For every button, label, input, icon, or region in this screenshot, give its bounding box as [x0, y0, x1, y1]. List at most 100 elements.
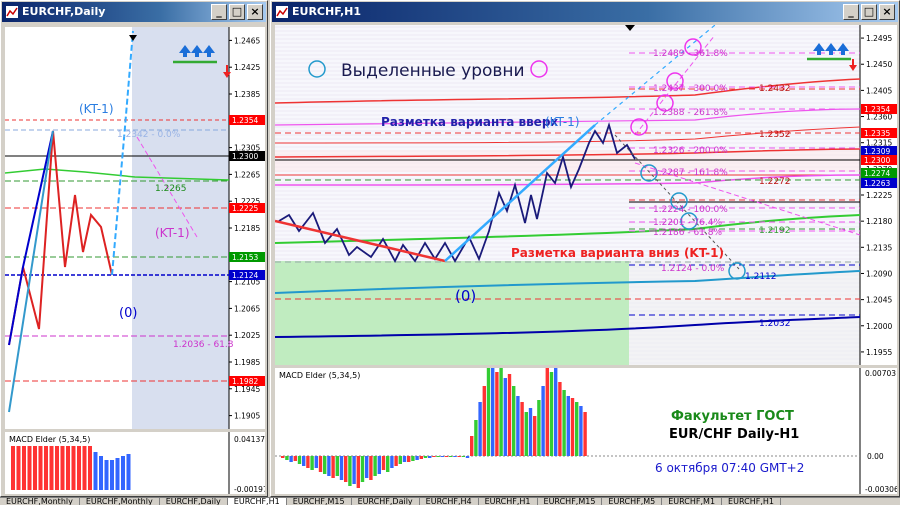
- macd-bar: [453, 456, 457, 457]
- daily-price-plot[interactable]: (KT-1) 1.2342 - 0.0% 1.2265 (KT-1) (0) 1…: [5, 27, 265, 429]
- macd-bar: [49, 446, 54, 490]
- fib-1618-label: 1.2287 - 161.8%: [653, 168, 728, 178]
- chart-tab[interactable]: EURCHF,H1: [479, 498, 538, 505]
- daily-price-scale[interactable]: 1.24651.24251.23851.23451.23051.22651.22…: [229, 27, 265, 429]
- macd-bar: [566, 396, 570, 456]
- h1-window-title: EURCHF,H1: [292, 5, 361, 18]
- daily-chart-window[interactable]: EURCHF,Daily _ □ × (KT-1) 1.2342 - 0.0% …: [0, 0, 268, 497]
- maximize-button[interactable]: □: [229, 4, 245, 20]
- macd-bar: [432, 456, 436, 457]
- price-tick-label: 1.2185: [234, 224, 260, 233]
- macd-bar: [554, 368, 558, 456]
- h1-price-scale[interactable]: 1.24951.24501.24051.23601.23151.22701.22…: [861, 25, 897, 365]
- macd-bar: [44, 446, 48, 490]
- chart-tab[interactable]: EURCHF,M15: [538, 498, 603, 505]
- macd-bar: [55, 446, 59, 490]
- daily-macd-plot[interactable]: MACD Elder (5,34,5) 0.04137 -0.00197: [5, 432, 265, 494]
- fib-3618-label: 1.2489 - 361.8%: [653, 49, 728, 59]
- macd-bar: [16, 446, 21, 490]
- chart-tab[interactable]: EURCHF,Monthly: [0, 498, 80, 505]
- zero-label: (0): [119, 306, 137, 321]
- macd-bar: [524, 412, 528, 456]
- up-arrows-icon: [179, 45, 215, 57]
- close-button[interactable]: ×: [247, 4, 263, 20]
- daily-title-bar[interactable]: EURCHF,Daily _ □ ×: [2, 2, 266, 22]
- macd-bar: [583, 412, 587, 456]
- macd-bar: [419, 456, 423, 459]
- chart-tab[interactable]: EURCHF,M15: [287, 498, 352, 505]
- legend-text: Выделенные уровни: [341, 61, 525, 81]
- h1-title-bar[interactable]: EURCHF,H1 _ □ ×: [272, 2, 898, 22]
- price-tag-label: 1.2153: [232, 253, 258, 262]
- price-tag-label: 1.2335: [864, 129, 890, 138]
- trend-projection-line: [111, 30, 134, 276]
- price-tick-label: 1.2065: [234, 304, 260, 313]
- caption-line2: EUR/CHF Daily-H1: [669, 427, 799, 442]
- minimize-button[interactable]: _: [211, 4, 227, 20]
- chart-tab[interactable]: EURCHF,Daily: [160, 498, 228, 505]
- macd-bar: [402, 456, 407, 462]
- chart-tab[interactable]: EURCHF,H1: [227, 498, 287, 505]
- macd-bar: [386, 456, 390, 472]
- maximize-button[interactable]: □: [861, 4, 877, 20]
- fib-100-label: 1.2224 - 100.0%: [653, 205, 728, 215]
- h1-macd-plot[interactable]: MACD Elder (5,34,5) 0.00703 0.00 -0.0030…: [275, 368, 897, 494]
- trend-line: [8, 130, 54, 413]
- macd-bar: [520, 402, 524, 456]
- macd-bar: [302, 456, 306, 466]
- daily-macd-scale-top: 0.04137: [234, 435, 265, 444]
- macd-bar: [314, 456, 318, 468]
- chart-tab[interactable]: EURCHF,H4: [420, 498, 479, 505]
- chart-tab[interactable]: EURCHF,H1: [722, 498, 781, 505]
- macd-bar: [104, 460, 109, 490]
- macd-bar: [415, 456, 419, 460]
- macd-bar: [348, 456, 352, 486]
- macd-bar: [428, 456, 432, 458]
- macd-bar: [465, 456, 470, 458]
- macd-bar: [369, 456, 373, 480]
- chart-window-icon: [276, 6, 288, 18]
- price-tag-label: 1.2300: [864, 156, 890, 165]
- fib-618-label: 1.2186 - 61.8%: [653, 228, 722, 238]
- h1-price-plot[interactable]: Выделенные уровни 1.2489 - 361.8% 1.2437…: [275, 25, 897, 365]
- macd-bar: [60, 446, 65, 490]
- h1-chart-window[interactable]: EURCHF,H1 _ □ × Выделенные уровни 1.2489…: [270, 0, 900, 497]
- daily-scale-svg: 1.24651.24251.23851.23451.23051.22651.22…: [229, 36, 265, 421]
- level-2192-label: 1.2192: [759, 226, 791, 236]
- minimize-button[interactable]: _: [843, 4, 859, 20]
- macd-bar: [407, 456, 411, 462]
- macd-bar: [318, 456, 323, 472]
- chart-tab[interactable]: EURCHF,M5: [602, 498, 663, 505]
- fib-764-label: 1.2201 - 76.4%: [653, 218, 722, 228]
- chart-tab[interactable]: EURCHF,Daily: [352, 498, 420, 505]
- h1-macd-scale-top: 0.00703: [865, 369, 896, 378]
- macd-bar: [93, 452, 98, 490]
- macd-bar: [285, 456, 289, 460]
- macd-bar: [11, 446, 15, 490]
- level-618-label: 1.2036 - 61.8: [173, 340, 234, 350]
- macd-bar: [281, 456, 285, 458]
- macd-bar: [436, 456, 440, 457]
- macd-bar: [88, 446, 92, 490]
- chart-tab[interactable]: EURCHF,Monthly: [80, 498, 160, 505]
- price-tick-label: 1.1955: [866, 348, 892, 357]
- macd-bar: [310, 456, 314, 470]
- price-tick-label: 1.2265: [234, 170, 260, 179]
- macd-bar: [495, 372, 499, 456]
- price-tick-label: 1.2000: [866, 322, 892, 331]
- caption-line1: Факультет ГОСТ: [671, 409, 794, 424]
- price-tick-label: 1.2045: [866, 296, 892, 305]
- macd-bar: [558, 382, 562, 456]
- macd-bar: [499, 368, 503, 456]
- price-tag-label: 1.1982: [232, 377, 258, 386]
- h1-scale-svg: 1.24951.24501.24051.23601.23151.22701.22…: [861, 34, 897, 357]
- macd-bar: [381, 456, 386, 470]
- macd-bar: [457, 456, 461, 457]
- close-button[interactable]: ×: [879, 4, 895, 20]
- macd-bar: [449, 456, 453, 457]
- price-tick-label: 1.2450: [866, 60, 892, 69]
- chart-tab[interactable]: EURCHF,M1: [662, 498, 723, 505]
- macd-bar: [71, 446, 76, 490]
- daily-macd-title: MACD Elder (5,34,5): [9, 435, 90, 444]
- price-tick-label: 1.2405: [866, 86, 892, 95]
